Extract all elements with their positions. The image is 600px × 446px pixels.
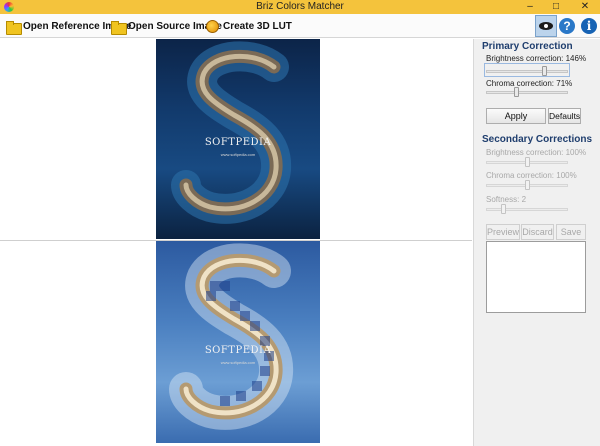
source-island-graphic (169, 243, 294, 430)
reference-watermark: SOFTPEDIA (204, 137, 272, 148)
toolbar: Open Reference Image Open Source Image C… (0, 14, 600, 38)
slider-thumb[interactable] (524, 157, 530, 167)
primary-chroma-slider[interactable] (486, 87, 568, 97)
folder-icon (6, 20, 22, 35)
title-bar[interactable]: Briz Colors Matcher – □ ✕ (0, 0, 600, 14)
primary-correction-title: Primary Correction (482, 41, 573, 52)
secondary-brightness-slider[interactable] (486, 157, 568, 167)
reference-image: SOFTPEDIA www.softpedia.com (156, 39, 320, 239)
discard-button[interactable]: Discard (521, 224, 554, 240)
help-icon: ? (559, 18, 575, 34)
preview-toggle-button[interactable] (535, 15, 557, 37)
maximize-button[interactable]: □ (544, 0, 568, 14)
slider-thumb[interactable] (524, 180, 530, 190)
close-button[interactable]: ✕ (570, 0, 600, 14)
secondary-softness-slider[interactable] (486, 204, 568, 214)
correction-panel: Primary Correction Brightness correction… (473, 39, 600, 446)
secondary-chroma-label: Chroma correction: 100% (486, 171, 577, 180)
info-icon: i (581, 18, 597, 34)
folder-icon (111, 20, 127, 35)
secondary-brightness-label: Brightness correction: 100% (486, 148, 587, 157)
defaults-button[interactable]: Defaults (548, 108, 581, 124)
help-button[interactable]: ? (556, 15, 578, 37)
save-button[interactable]: Save (556, 224, 586, 240)
primary-brightness-slider[interactable] (484, 63, 570, 77)
primary-brightness-label: Brightness correction: 146% (486, 54, 587, 63)
slider-thumb[interactable] (542, 66, 548, 76)
reference-watermark-url: www.softpedia.com (220, 152, 256, 157)
minimize-button[interactable]: – (518, 0, 542, 14)
secondary-corrections-title: Secondary Corrections (482, 134, 593, 145)
secondary-chroma-slider[interactable] (486, 180, 568, 190)
preview-button[interactable]: Preview (486, 224, 520, 240)
secondary-corrections-list[interactable] (486, 241, 586, 313)
apply-button[interactable]: Apply (486, 108, 546, 124)
eye-icon (539, 22, 553, 30)
slider-thumb[interactable] (513, 87, 519, 97)
image-viewer: SOFTPEDIA www.softpedia.com SOFTPEDIA ww… (0, 39, 472, 446)
source-image: SOFTPEDIA www.softpedia.com (156, 241, 320, 443)
source-watermark-url: www.softpedia.com (220, 360, 256, 365)
info-button[interactable]: i (578, 15, 600, 37)
window-title: Briz Colors Matcher (256, 1, 344, 12)
create-3d-lut-label: Create 3D LUT (223, 20, 292, 32)
create-3d-lut-button[interactable]: Create 3D LUT (206, 17, 292, 35)
slider-thumb[interactable] (501, 204, 507, 214)
secondary-softness-label: Softness: 2 (486, 195, 527, 204)
lut-icon (206, 19, 219, 33)
source-watermark: SOFTPEDIA (204, 345, 272, 356)
